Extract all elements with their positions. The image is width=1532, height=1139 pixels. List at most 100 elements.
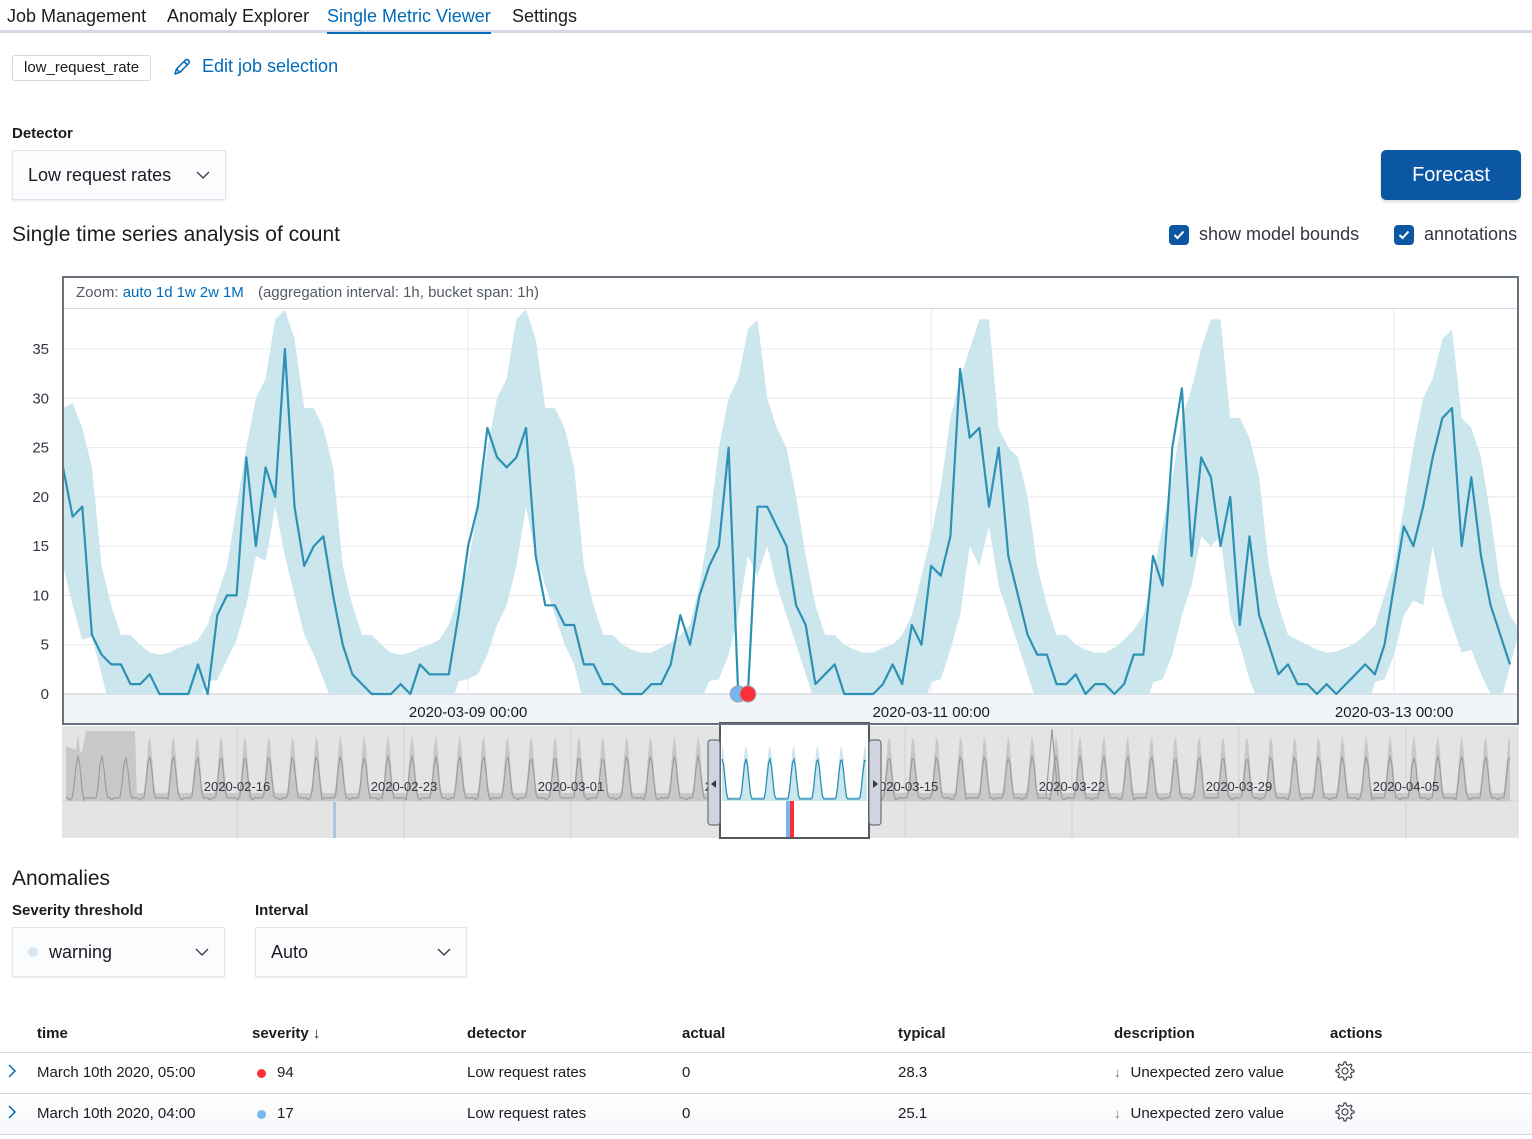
actions-gear-button[interactable] xyxy=(1334,1101,1356,1127)
tab-anomaly-explorer[interactable]: Anomaly Explorer xyxy=(167,6,309,27)
checkbox-checked-icon xyxy=(1169,224,1189,245)
table-row: March 10th 2020, 05:00 94 Low request ra… xyxy=(0,1052,1532,1094)
x-tick-label: 2020-03-09 00:00 xyxy=(409,704,527,721)
detector-label: Detector xyxy=(12,125,73,142)
zoom-1w[interactable]: 1w xyxy=(177,284,196,301)
interval-select[interactable]: Auto xyxy=(255,927,467,977)
detector-select-value: Low request rates xyxy=(28,164,172,185)
gear-icon xyxy=(1335,1101,1355,1122)
actions-gear-button[interactable] xyxy=(1334,1060,1356,1086)
y-tick-label: 5 xyxy=(41,637,49,654)
context-x-tick-label: 2020-03-22 xyxy=(1039,779,1106,794)
context-x-tick-label: 2020-03-01 xyxy=(538,779,605,794)
column-header-actions: actions xyxy=(1330,1015,1532,1053)
single-metric-chart[interactable]: 0 5 10 15 20 25 30 35 2020-03-09 00:00 2020-03-1… xyxy=(0,276,1532,841)
severity-threshold-value: warning xyxy=(49,941,113,962)
severity-score: 17 xyxy=(277,1105,294,1122)
context-swimlane-marker xyxy=(333,802,336,838)
cell-time: March 10th 2020, 04:00 xyxy=(37,1093,252,1135)
zoom-bar: Zoom: auto 1d 1w 2w 1M (aggregation interval… xyxy=(64,278,1517,309)
context-x-tick-label: 2020-03-29 xyxy=(1206,779,1273,794)
expand-row-button[interactable] xyxy=(0,1052,37,1094)
detector-select[interactable]: Low request rates xyxy=(12,150,226,200)
context-x-tick-label: 2020-04-05 xyxy=(1373,779,1440,794)
severity-threshold-label: Severity threshold xyxy=(12,902,143,919)
column-header-typical[interactable]: typical xyxy=(898,1015,1114,1053)
anomalies-title: Anomalies xyxy=(12,867,111,890)
y-tick-label: 30 xyxy=(32,390,49,407)
edit-job-selection-label: Edit job selection xyxy=(202,56,339,76)
y-tick-label: 10 xyxy=(32,587,49,604)
zoom-auto[interactable]: auto xyxy=(123,284,152,301)
severity-color-dot xyxy=(28,947,38,957)
chevron-down-icon xyxy=(195,948,209,956)
top-nav: Job Management Anomaly Explorer Single M… xyxy=(0,0,1532,34)
zoom-1d[interactable]: 1d xyxy=(156,284,173,301)
zoom-prefix: Zoom: xyxy=(76,284,119,301)
zoom-1M[interactable]: 1M xyxy=(223,284,244,301)
column-header-severity[interactable]: severity ↓ xyxy=(252,1015,467,1053)
severity-dot xyxy=(257,1068,266,1078)
gear-icon xyxy=(1335,1060,1355,1081)
y-tick-label: 20 xyxy=(32,489,49,506)
forecast-button[interactable]: Forecast xyxy=(1381,150,1521,200)
x-tick-label: 2020-03-11 00:00 xyxy=(872,704,989,721)
context-x-tick-label: 2020-02-16 xyxy=(204,779,271,794)
cell-severity: 94 xyxy=(252,1052,467,1094)
job-id-badge: low_request_rate xyxy=(12,55,152,81)
cell-typical: 25.1 xyxy=(898,1093,1114,1135)
tab-job-management[interactable]: Job Management xyxy=(7,6,146,27)
arrow-down-icon: ↓ xyxy=(1114,1065,1121,1080)
chevron-down-icon xyxy=(196,171,210,179)
column-header-time[interactable]: time xyxy=(37,1015,252,1053)
cell-description: ↓ Unexpected zero value xyxy=(1114,1052,1330,1094)
severity-header-label: severity xyxy=(252,1024,309,1042)
context-anomaly-critical xyxy=(790,801,794,837)
show-model-bounds-checkbox[interactable]: show model bounds xyxy=(1169,224,1359,245)
description-text: Unexpected zero value xyxy=(1130,1105,1284,1122)
cell-actions xyxy=(1330,1093,1532,1135)
zoom-2w[interactable]: 2w xyxy=(200,284,219,301)
arrow-down-icon: ↓ xyxy=(1114,1106,1121,1121)
x-tick-label: 2020-03-13 00:00 xyxy=(1335,704,1453,721)
annotations-checkbox[interactable]: annotations xyxy=(1394,224,1517,245)
cell-severity: 17 xyxy=(252,1093,467,1135)
chevron-right-icon xyxy=(8,1063,17,1078)
y-tick-label: 35 xyxy=(32,341,49,358)
cell-time: March 10th 2020, 05:00 xyxy=(37,1052,252,1094)
zoom-info: (aggregation interval: 1h, bucket span: … xyxy=(257,284,539,301)
context-x-tick-label: 2020-03-15 xyxy=(872,779,939,794)
chart-title: Single time series analysis of count xyxy=(12,223,340,246)
column-header-actual[interactable]: actual xyxy=(682,1015,898,1053)
cell-actual: 0 xyxy=(682,1093,898,1135)
show-model-bounds-label: show model bounds xyxy=(1199,224,1360,244)
column-header-description[interactable]: description xyxy=(1114,1015,1330,1053)
interval-value: Auto xyxy=(271,941,309,962)
severity-dot xyxy=(257,1109,266,1119)
edit-job-selection-link[interactable]: Edit job selection xyxy=(172,56,338,77)
y-tick-label: 0 xyxy=(41,686,49,703)
chevron-right-icon xyxy=(8,1104,17,1119)
description-text: Unexpected zero value xyxy=(1130,1064,1284,1081)
column-header-detector[interactable]: detector xyxy=(467,1015,682,1053)
y-tick-label: 15 xyxy=(32,538,49,555)
severity-score: 94 xyxy=(277,1064,294,1081)
x-axis-band xyxy=(64,694,1517,723)
tab-settings[interactable]: Settings xyxy=(512,6,577,27)
tab-single-metric-viewer[interactable]: Single Metric Viewer xyxy=(327,6,491,34)
table-row: March 10th 2020, 04:00 17 Low request ra… xyxy=(0,1093,1532,1135)
context-x-tick-label: 2020-02-23 xyxy=(371,779,438,794)
interval-label: Interval xyxy=(255,902,309,919)
severity-threshold-select[interactable]: warning xyxy=(12,927,225,977)
table-header-row: time severity ↓ detector actual typical … xyxy=(0,1015,1532,1053)
chevron-down-icon xyxy=(437,948,451,956)
cell-actual: 0 xyxy=(682,1052,898,1094)
anomaly-marker[interactable] xyxy=(739,685,757,703)
expand-row-button[interactable] xyxy=(0,1093,37,1135)
pencil-icon xyxy=(174,58,191,75)
sort-descending-icon: ↓ xyxy=(312,1024,321,1042)
context-anomaly-warning xyxy=(786,801,790,837)
cell-detector: Low request rates xyxy=(467,1052,682,1094)
anomalies-table: time severity ↓ detector actual typical … xyxy=(0,1015,1532,1135)
cell-detector: Low request rates xyxy=(467,1093,682,1135)
